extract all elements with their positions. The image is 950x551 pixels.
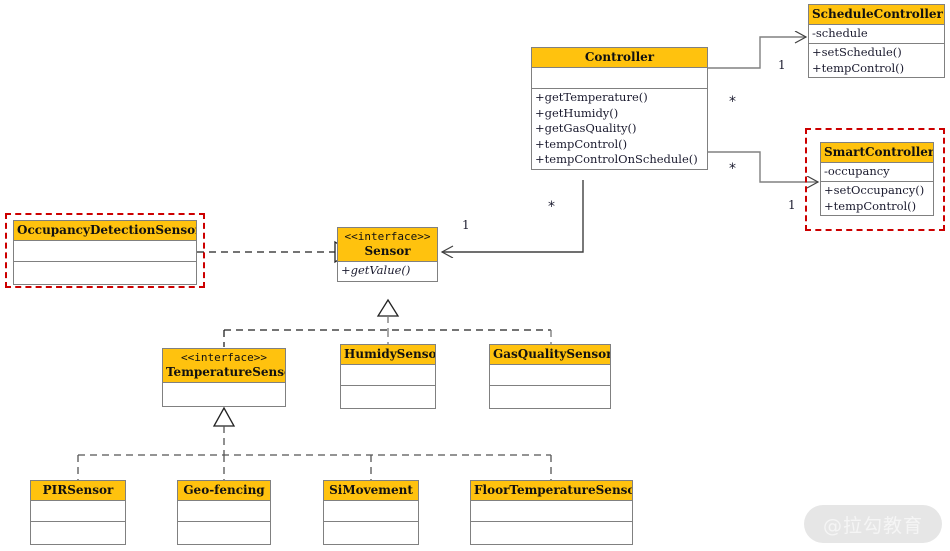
class-name-pir-sensor: PIRSensor: [42, 483, 114, 497]
class-name-schedule-controller: ScheduleController: [812, 7, 943, 21]
class-header-controller: Controller: [532, 48, 707, 68]
operation-temp-control: +tempControl(): [535, 136, 628, 151]
class-name-smart-controller: SmartController: [824, 145, 933, 159]
attributes-compartment-sim-movement: [324, 501, 418, 522]
attributes-compartment-geo-fencing: [178, 501, 270, 522]
watermark-badge: @拉勾教育: [804, 505, 942, 543]
class-header-schedule-controller: ScheduleController: [809, 5, 944, 25]
class-header-smart-controller: SmartController: [821, 143, 933, 163]
attributes-compartment-occupancy-detection-sensor: [14, 241, 196, 262]
class-header-occupancy-detection-sensor: OccupancyDetectionSensor: [14, 221, 196, 241]
attributes-compartment-humidy-sensor: [341, 365, 435, 386]
class-box-gas-quality-sensor[interactable]: GasQualitySensor: [489, 344, 611, 409]
attributes-compartment-floor-temperature-sensor: [471, 501, 632, 522]
attribute-schedule: -schedule: [812, 26, 868, 40]
operation-get-gas-quality: +getGasQuality(): [535, 121, 637, 136]
class-header-pir-sensor: PIRSensor: [31, 481, 125, 501]
class-box-sensor[interactable]: <<interface>> Sensor +getValue(): [337, 227, 438, 282]
class-header-humidy-sensor: HumidySensor: [341, 345, 435, 365]
operations-compartment-sensor: +getValue(): [338, 262, 437, 281]
class-name-occupancy-detection-sensor: OccupancyDetectionSensor: [17, 223, 196, 237]
multiplicity-smart-source: *: [729, 161, 736, 177]
attributes-compartment-controller: [532, 68, 707, 89]
stereotype-sensor: <<interface>>: [344, 230, 431, 243]
class-box-occupancy-detection-sensor[interactable]: OccupancyDetectionSensor: [13, 220, 197, 285]
multiplicity-schedule-source: *: [729, 94, 736, 110]
edge-temperaturesensor-realization-tree: [77, 406, 552, 480]
operations-compartment-geo-fencing: [178, 522, 270, 544]
uml-diagram-canvas: ScheduleController -schedule +setSchedul…: [0, 0, 950, 551]
operations-compartment-sim-movement: [324, 522, 418, 544]
class-name-sensor: Sensor: [364, 243, 411, 258]
class-box-controller[interactable]: Controller +getTemperature() +getHumidy(…: [531, 47, 708, 170]
operations-compartment-floor-temperature-sensor: [471, 522, 632, 544]
class-name-humidy-sensor: HumidySensor: [344, 347, 435, 361]
edge-sensor-realization-tree: [223, 298, 552, 347]
class-box-smart-controller[interactable]: SmartController -occupancy +setOccupancy…: [820, 142, 934, 217]
operations-compartment-occupancy-detection-sensor: [14, 262, 196, 284]
attributes-compartment-schedule-controller: -schedule: [809, 25, 944, 44]
operations-compartment-pir-sensor: [31, 522, 125, 544]
operations-compartment-smart-controller: +setOccupancy() +tempControl(): [821, 182, 933, 215]
class-header-temperature-sensor: <<interface>> TemperatureSensor: [163, 349, 285, 383]
multiplicity-schedule-target: 1: [778, 58, 786, 72]
edge-controller-smartcontroller: [708, 151, 818, 182]
class-name-gas-quality-sensor: GasQualitySensor: [493, 347, 610, 361]
class-header-gas-quality-sensor: GasQualitySensor: [490, 345, 610, 365]
attribute-occupancy: -occupancy: [824, 164, 890, 178]
attributes-compartment-pir-sensor: [31, 501, 125, 522]
class-box-floor-temperature-sensor[interactable]: FloorTemperatureSensor: [470, 480, 633, 545]
operation-temp-control: +tempControl(): [824, 198, 917, 213]
class-name-geo-fencing: Geo-fencing: [183, 483, 265, 497]
class-header-geo-fencing: Geo-fencing: [178, 481, 270, 501]
operation-temp-control: +tempControl(): [812, 60, 905, 75]
edge-occupancysensor-sensor: [197, 240, 353, 264]
attributes-compartment-gas-quality-sensor: [490, 365, 610, 386]
class-name-sim-movement: SiMovement: [329, 483, 413, 497]
edge-controller-schedulecontroller: [708, 37, 806, 69]
operations-compartment-humidy-sensor: [341, 386, 435, 408]
class-box-temperature-sensor[interactable]: <<interface>> TemperatureSensor: [162, 348, 286, 407]
multiplicity-sensor-target: 1: [462, 218, 470, 232]
class-header-sim-movement: SiMovement: [324, 481, 418, 501]
class-header-floor-temperature-sensor: FloorTemperatureSensor: [471, 481, 632, 501]
class-name-controller: Controller: [584, 50, 655, 64]
class-box-pir-sensor[interactable]: PIRSensor: [30, 480, 126, 545]
operations-compartment-schedule-controller: +setSchedule() +tempControl(): [809, 44, 944, 77]
class-box-humidy-sensor[interactable]: HumidySensor: [340, 344, 436, 409]
class-header-sensor: <<interface>> Sensor: [338, 228, 437, 262]
operation-set-schedule: +setSchedule(): [812, 45, 902, 59]
stereotype-temperature-sensor: <<interface>>: [180, 351, 268, 364]
class-box-sim-movement[interactable]: SiMovement: [323, 480, 419, 545]
operations-compartment-controller: +getTemperature() +getHumidy() +getGasQu…: [532, 89, 707, 169]
multiplicity-sensor-source: *: [548, 199, 555, 215]
operations-compartment-gas-quality-sensor: [490, 386, 610, 408]
class-name-floor-temperature-sensor: FloorTemperatureSensor: [474, 483, 632, 497]
edge-controller-sensor: [442, 180, 584, 252]
multiplicity-smart-target: 1: [788, 198, 796, 212]
class-name-temperature-sensor: TemperatureSensor: [166, 364, 285, 379]
members-compartment-temperature-sensor: [163, 383, 285, 406]
attributes-compartment-smart-controller: -occupancy: [821, 163, 933, 182]
operation-get-value: +getValue(): [341, 262, 411, 277]
operation-temp-control-on-schedule: +tempControlOnSchedule(): [535, 152, 698, 167]
operation-set-occupancy: +setOccupancy(): [824, 183, 925, 197]
class-box-schedule-controller[interactable]: ScheduleController -schedule +setSchedul…: [808, 4, 945, 79]
operation-get-humidy: +getHumidy(): [535, 105, 619, 120]
operation-get-temperature: +getTemperature(): [535, 90, 648, 104]
class-box-geo-fencing[interactable]: Geo-fencing: [177, 480, 271, 545]
